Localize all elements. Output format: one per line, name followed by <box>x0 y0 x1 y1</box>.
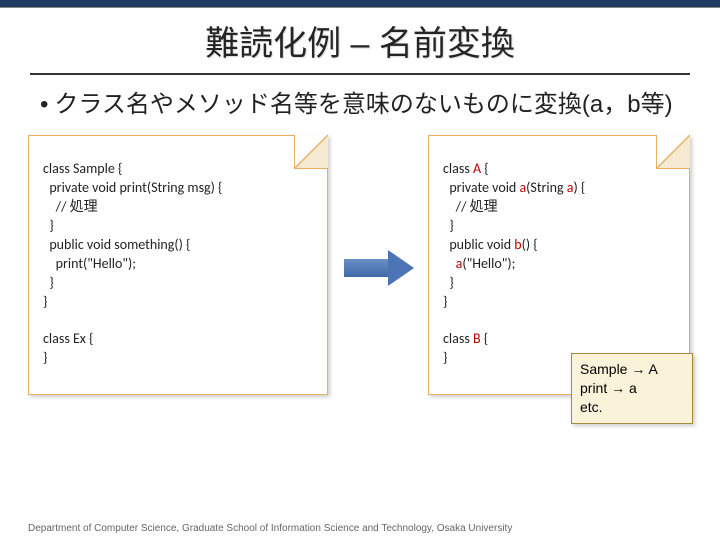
slide-title: 難読化例 – 名前変換 <box>0 16 720 65</box>
bullet-dot: • <box>40 91 48 118</box>
bullet-content: クラス名やメソッド名等を意味のないものに変換(a，b等) <box>54 91 672 118</box>
page-fold-icon <box>656 135 690 169</box>
top-accent-bar <box>0 0 720 8</box>
arrow-right-icon <box>344 250 414 286</box>
content-stage: class Sample { private void print(String… <box>28 135 692 435</box>
code-box-original: class Sample { private void print(String… <box>28 135 328 395</box>
page-fold-icon <box>294 135 328 169</box>
code-obfuscated: class A { private void a(String a) { // … <box>429 136 689 380</box>
bullet-text: •クラス名やメソッド名等を意味のないものに変換(a，b等) <box>40 89 680 121</box>
mapping-line-3: etc. <box>580 398 684 417</box>
code-original: class Sample { private void print(String… <box>29 136 327 380</box>
mapping-line-1: Sample → A <box>580 360 684 379</box>
mapping-note: Sample → A print → a etc. <box>571 353 693 424</box>
title-underline <box>30 73 690 75</box>
mapping-line-2: print → a <box>580 379 684 398</box>
footer-text: Department of Computer Science, Graduate… <box>28 523 512 534</box>
